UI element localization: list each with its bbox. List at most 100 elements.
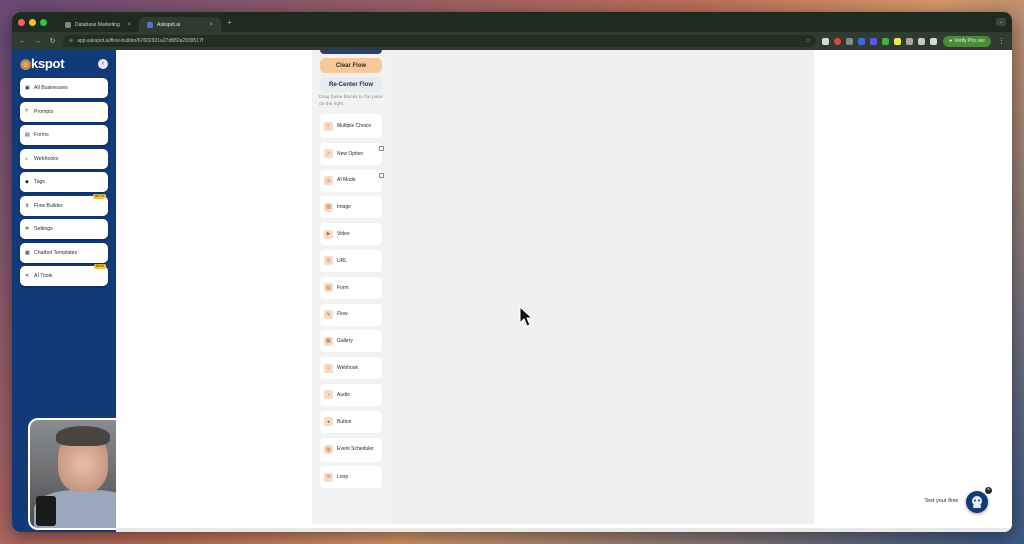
palette-top-bar — [320, 50, 382, 54]
sidebar-item-ai-tools[interactable]: ✕ AI Tools NEW — [20, 264, 108, 286]
extension-puzzle-icon[interactable] — [906, 37, 914, 45]
tab-favicon-icon — [65, 21, 71, 28]
sidebar-item-tags[interactable]: ◆ Tags — [20, 172, 108, 192]
test-flow-close-icon[interactable]: × — [985, 487, 992, 494]
video-icon: ▶ — [324, 229, 333, 239]
bottom-scroll-area — [116, 528, 1012, 532]
sidebar-item-forms[interactable]: ▤ Forms — [20, 125, 108, 145]
tab-close-icon[interactable]: × — [127, 22, 131, 28]
ai-mode-icon: ◎ — [324, 176, 333, 186]
palette-block-button[interactable]: ● Button — [320, 410, 382, 433]
block-label: Button — [337, 418, 352, 425]
collapse-sidebar-button[interactable]: ‹ — [98, 59, 108, 69]
palette-block-form[interactable]: ▤ Form — [320, 276, 382, 299]
form-icon: ▤ — [324, 283, 333, 293]
extension-red-icon[interactable] — [834, 37, 842, 45]
sidebar: ◉kspot ‹ ▣ All Businesses ? Prompts ▤ Forms ⌂ W… — [12, 50, 138, 532]
clear-flow-button[interactable]: Clear Flow — [320, 58, 382, 73]
flow-canvas[interactable] — [390, 50, 814, 524]
browser-menu-icon[interactable]: ⋮ — [997, 37, 1006, 45]
palette-block-ai-mode[interactable]: ◎ AI Mode — [320, 169, 384, 192]
bookmark-star-icon[interactable]: ☆ — [806, 38, 810, 44]
block-label: AI Mode — [337, 177, 356, 184]
sidebar-item-label: Tags — [34, 179, 45, 185]
palette-block-url[interactable]: ⚲ URL — [320, 249, 382, 272]
webhook-icon: ⌂ — [25, 155, 29, 162]
sidebar-item-label: AI Tools — [34, 273, 53, 279]
palette-block-image[interactable]: ▨ Image — [320, 196, 382, 219]
close-window-button[interactable] — [18, 18, 25, 26]
palette-block-audio[interactable]: ♪ Audio — [320, 383, 382, 406]
sidebar-item-chatbot-templates[interactable]: ▦ Chatbot Templates — [20, 242, 108, 263]
maximize-window-button[interactable] — [40, 18, 47, 26]
verify-profile-button[interactable]: ● Verify Pro sec — [943, 35, 991, 47]
recenter-flow-button[interactable]: Re-Center Flow — [320, 77, 382, 92]
test-flow-button[interactable] — [966, 491, 988, 513]
app-body: ◉kspot ‹ ▣ All Businesses ? Prompts ▤ Forms ⌂ W… — [12, 50, 1012, 532]
gallery-icon: ▩ — [324, 336, 333, 346]
forward-icon[interactable]: → — [33, 38, 42, 45]
tab-label: Askspot.ai — [157, 21, 181, 28]
template-icon: ▦ — [25, 249, 30, 256]
profile-icon: ● — [949, 38, 953, 44]
sidebar-item-settings[interactable]: ✲ Settings — [20, 219, 108, 239]
extension-blue-icon[interactable] — [858, 37, 866, 45]
status-badge: BETA — [92, 193, 106, 199]
palette-block-webhook[interactable]: ⌂ Webhook — [320, 357, 382, 380]
copy-icon[interactable] — [379, 172, 384, 178]
extension-sidepanel-icon[interactable] — [918, 37, 926, 45]
block-label: Audio — [337, 391, 350, 398]
sidebar-item-label: Settings — [34, 226, 53, 232]
new-tab-button[interactable]: + — [227, 18, 232, 27]
sidebar-item-prompts[interactable]: ? Prompts — [20, 101, 108, 122]
block-label: Webhook — [337, 364, 359, 371]
askspot-logo[interactable]: ◉kspot — [20, 56, 65, 72]
back-icon[interactable]: ← — [18, 38, 27, 45]
brand-text: kspot — [31, 56, 65, 71]
button-icon: ● — [324, 417, 333, 427]
palette-block-new-option[interactable]: ✓ New Option — [320, 142, 384, 165]
extension-gray-icon[interactable] — [846, 37, 854, 45]
chatbot-avatar-icon — [972, 496, 982, 508]
palette-block-loop[interactable]: ⟲ Loop — [320, 466, 382, 489]
sidebar-item-flow-builder[interactable]: ↯ Flow Builder BETA — [20, 193, 108, 216]
tab-database-marketing[interactable]: Database Marketing × — [57, 17, 139, 32]
palette-block-event-scheduler[interactable]: ▥ Event Scheduler — [320, 437, 382, 462]
briefcase-icon: ▣ — [25, 85, 30, 91]
block-label: URL — [337, 257, 348, 264]
block-label: Image — [337, 204, 351, 211]
reload-icon[interactable]: ↻ — [48, 37, 57, 45]
tab-search-button[interactable]: ⌄ — [996, 18, 1006, 26]
block-label: Flow — [337, 311, 348, 318]
extension-yellow-icon[interactable] — [894, 37, 902, 45]
block-label: Event Scheduler — [337, 446, 374, 453]
download-icon[interactable] — [930, 37, 938, 45]
palette-block-flow[interactable]: ↯ Flow — [320, 303, 382, 326]
browser-window: Database Marketing × Askspot.ai × + ⌄ ← … — [12, 12, 1012, 532]
tab-askspot[interactable]: Askspot.ai × — [139, 17, 221, 32]
sidebar-item-webhooks[interactable]: ⌂ Webhooks — [20, 148, 108, 169]
extension-purple-icon[interactable] — [870, 37, 878, 45]
address-bar[interactable]: ⊜ app.askspot.ai/flow-builder/67602931a2… — [63, 35, 817, 47]
minimize-window-button[interactable] — [29, 18, 36, 26]
ai-tools-icon: ✕ — [25, 273, 30, 279]
tag-icon: ◆ — [25, 179, 29, 185]
loop-icon: ⟲ — [324, 472, 333, 482]
copy-icon[interactable] — [379, 145, 384, 151]
block-label: Gallery — [337, 338, 353, 345]
question-icon: ? — [25, 108, 28, 115]
palette-block-multiple-choice[interactable]: ◐ Multiple Choice — [320, 114, 382, 138]
tab-close-icon[interactable]: × — [209, 22, 213, 28]
extension-green-icon[interactable] — [882, 37, 890, 45]
palette-block-gallery[interactable]: ▩ Gallery — [320, 330, 382, 353]
extension-pen-icon[interactable] — [822, 37, 830, 45]
tab-label: Database Marketing — [75, 21, 120, 28]
site-info-icon[interactable]: ⊜ — [69, 38, 73, 44]
webhook-icon: ⌂ — [324, 363, 333, 373]
sidebar-item-all-businesses[interactable]: ▣ All Businesses — [20, 78, 108, 98]
verify-label: Verify Pro sec — [954, 38, 985, 44]
tab-favicon-icon — [147, 21, 153, 28]
palette-block-video[interactable]: ▶ Video — [320, 223, 382, 246]
check-icon: ✓ — [324, 149, 333, 159]
sidebar-item-label: Webhooks — [34, 155, 59, 162]
